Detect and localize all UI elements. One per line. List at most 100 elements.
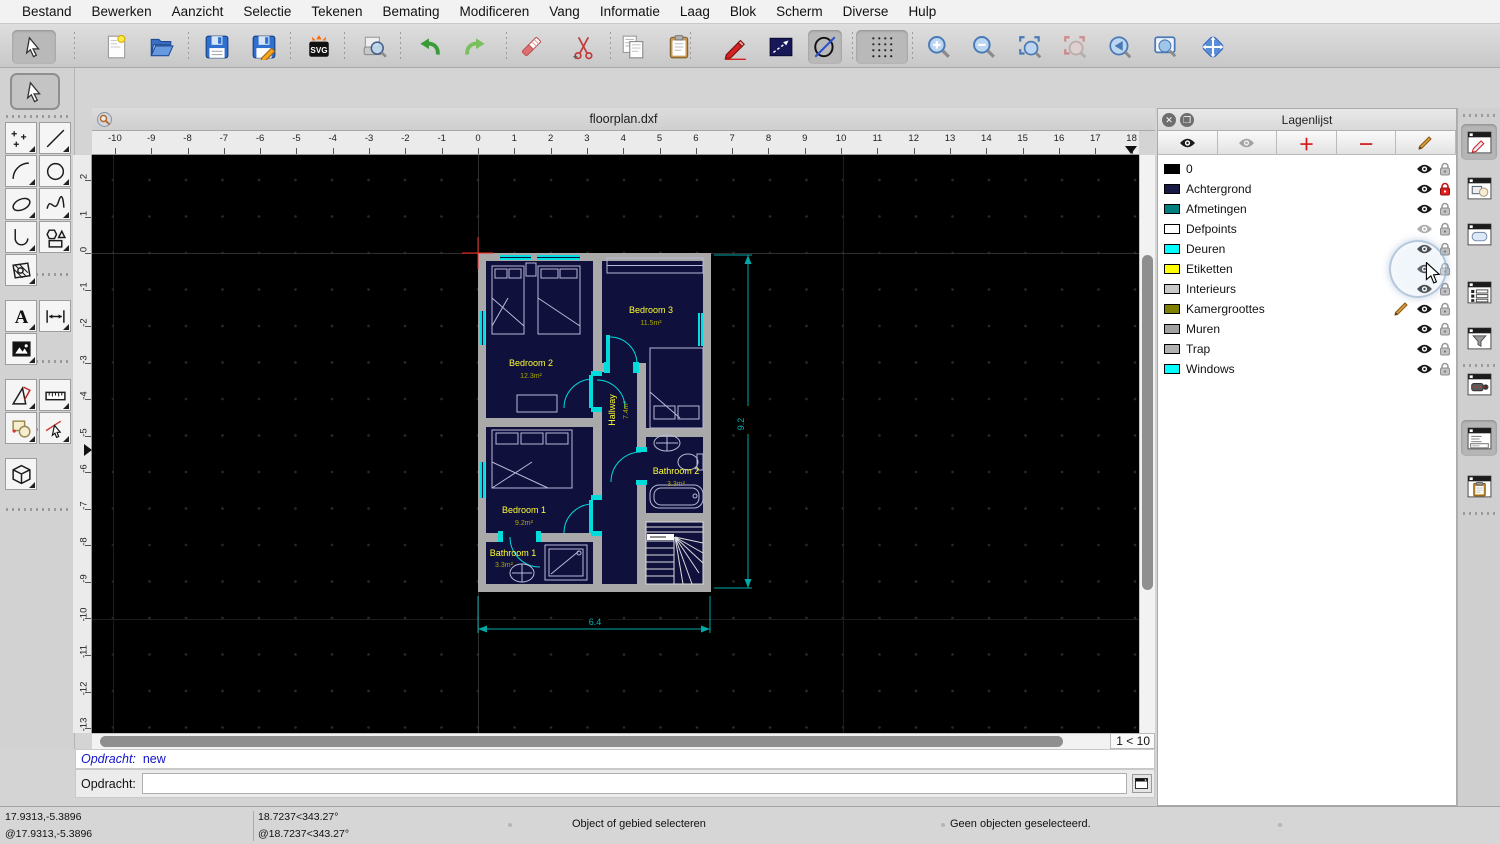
property-editor-toggle-button[interactable] xyxy=(1461,124,1497,160)
blocks-tool-button[interactable] xyxy=(5,412,37,444)
delete-button[interactable] xyxy=(514,30,548,64)
zoom-in-button[interactable] xyxy=(922,30,956,64)
layer-row-muren[interactable]: Muren xyxy=(1158,319,1456,339)
paste-button[interactable] xyxy=(662,30,696,64)
cut-button[interactable] xyxy=(567,30,601,64)
layer-row-kamergroottes[interactable]: Kamergroottes xyxy=(1158,299,1456,319)
auto-zoom-button[interactable] xyxy=(1013,30,1047,64)
layer-visibility-toggle[interactable] xyxy=(1416,362,1433,380)
layer-row-0[interactable]: 0 xyxy=(1158,159,1456,179)
vertical-scrollbar[interactable] xyxy=(1139,155,1155,733)
text-tool-button[interactable]: A xyxy=(5,300,37,332)
pan-button[interactable] xyxy=(1196,30,1230,64)
dimension-tool-button[interactable] xyxy=(39,300,71,332)
select-button[interactable] xyxy=(12,30,56,64)
shapes-tool-button[interactable] xyxy=(39,221,71,253)
selection-filter-toggle-button[interactable] xyxy=(1461,320,1497,356)
layer-visibility-toggle[interactable] xyxy=(1416,322,1433,340)
submenu-corner xyxy=(29,179,35,185)
vertical-scrollbar-thumb[interactable] xyxy=(1142,255,1153,590)
svg-export-button[interactable]: SVG xyxy=(302,30,336,64)
previous-view-button[interactable] xyxy=(1103,30,1137,64)
layer-row-windows[interactable]: Windows xyxy=(1158,359,1456,379)
command-input[interactable] xyxy=(141,773,1127,794)
layer-visibility-toggle[interactable] xyxy=(1416,342,1433,360)
menu-bewerken[interactable]: Bewerken xyxy=(82,0,162,24)
block-list-toggle-button[interactable] xyxy=(1461,170,1497,206)
horizontal-scrollbar[interactable] xyxy=(92,733,1110,749)
layer-list-toggle-button[interactable] xyxy=(1461,274,1497,310)
zoom-out-button[interactable] xyxy=(967,30,1001,64)
menu-laag[interactable]: Laag xyxy=(670,0,720,24)
menu-vang[interactable]: Vang xyxy=(539,0,590,24)
arc-tool-button[interactable] xyxy=(5,155,37,187)
command-line-toggle-button[interactable] xyxy=(1461,420,1497,456)
save-button[interactable] xyxy=(200,30,234,64)
ellipse-tool-button[interactable] xyxy=(5,188,37,220)
show-all-layers-button[interactable] xyxy=(1158,131,1218,155)
modify-tool-button[interactable] xyxy=(5,379,37,411)
spline-tool-button[interactable] xyxy=(39,188,71,220)
menu-blok[interactable]: Blok xyxy=(720,0,766,24)
copy-button[interactable] xyxy=(616,30,650,64)
menu-tekenen[interactable]: Tekenen xyxy=(301,0,372,24)
clipboard-toggle-button[interactable] xyxy=(1461,468,1497,504)
line-tool-button[interactable] xyxy=(39,122,71,154)
layer-visibility-toggle[interactable] xyxy=(1416,162,1433,180)
zoom-window-button[interactable] xyxy=(1149,30,1183,64)
menu-bemating[interactable]: Bemating xyxy=(372,0,449,24)
ruler-top-tick xyxy=(586,148,588,154)
ruler-top-label: -6 xyxy=(255,133,265,144)
zoom-selection-button[interactable] xyxy=(1058,30,1092,64)
layer-visibility-toggle[interactable] xyxy=(1416,222,1433,240)
menu-scherm[interactable]: Scherm xyxy=(766,0,833,24)
menu-diverse[interactable]: Diverse xyxy=(833,0,899,24)
new-file-button[interactable] xyxy=(99,30,133,64)
menu-hulp[interactable]: Hulp xyxy=(898,0,946,24)
menu-bestand[interactable]: Bestand xyxy=(12,0,82,24)
menu-modificeren[interactable]: Modificeren xyxy=(450,0,540,24)
polyline-tool-button[interactable] xyxy=(5,221,37,253)
measure-tool-button[interactable] xyxy=(39,379,71,411)
menu-informatie[interactable]: Informatie xyxy=(590,0,670,24)
undo-button[interactable] xyxy=(412,30,446,64)
command-history: Opdracht: new xyxy=(75,749,1155,769)
layer-row-achtergrond[interactable]: Achtergrond xyxy=(1158,179,1456,199)
edit-layer-button[interactable] xyxy=(1396,131,1456,155)
layer-lock-toggle[interactable] xyxy=(1439,362,1451,381)
distance-button[interactable] xyxy=(764,30,798,64)
drawing-canvas[interactable]: Bedroom 2 12.3m² Bedroom 3 11.5m² Hallway 7.4… xyxy=(92,155,1139,733)
ruler-top-tick xyxy=(841,148,843,154)
layer-row-trap[interactable]: Trap xyxy=(1158,339,1456,359)
print-preview-button[interactable] xyxy=(357,30,391,64)
svg-text:A: A xyxy=(14,306,28,327)
grid-button[interactable] xyxy=(856,30,908,64)
layer-visibility-toggle[interactable] xyxy=(1416,202,1433,220)
select-entities-tool-button[interactable] xyxy=(39,412,71,444)
selection-tool-button[interactable] xyxy=(10,73,60,110)
layer-visibility-toggle[interactable] xyxy=(1416,182,1433,200)
open-file-button[interactable] xyxy=(144,30,178,64)
solid-tool-button[interactable] xyxy=(5,458,37,490)
redo-button[interactable] xyxy=(459,30,493,64)
layer-row-defpoints[interactable]: Defpoints xyxy=(1158,219,1456,239)
library-browser-toggle-button[interactable] xyxy=(1461,216,1497,252)
layer-row-afmetingen[interactable]: Afmetingen xyxy=(1158,199,1456,219)
restrict-off-button[interactable] xyxy=(808,30,842,64)
hide-all-layers-button[interactable] xyxy=(1217,131,1278,155)
hatch-tool-button[interactable] xyxy=(5,254,37,286)
menu-selectie[interactable]: Selectie xyxy=(233,0,301,24)
command-window-toggle-button[interactable] xyxy=(1131,774,1152,793)
lock-icon xyxy=(1440,222,1450,236)
circle-tool-button[interactable] xyxy=(39,155,71,187)
save-as-button[interactable] xyxy=(247,30,281,64)
horizontal-scrollbar-thumb[interactable] xyxy=(100,736,1063,747)
draw-pen-button[interactable] xyxy=(718,30,752,64)
points-tool-button[interactable] xyxy=(5,122,37,154)
menu-aanzicht[interactable]: Aanzicht xyxy=(162,0,234,24)
remove-layer-button[interactable]: － xyxy=(1336,131,1397,155)
add-layer-button[interactable]: ＋ xyxy=(1277,131,1337,155)
view-toggle-toggle-button[interactable] xyxy=(1461,366,1497,402)
image-tool-button[interactable] xyxy=(5,333,37,365)
layer-visibility-toggle[interactable] xyxy=(1416,302,1433,320)
